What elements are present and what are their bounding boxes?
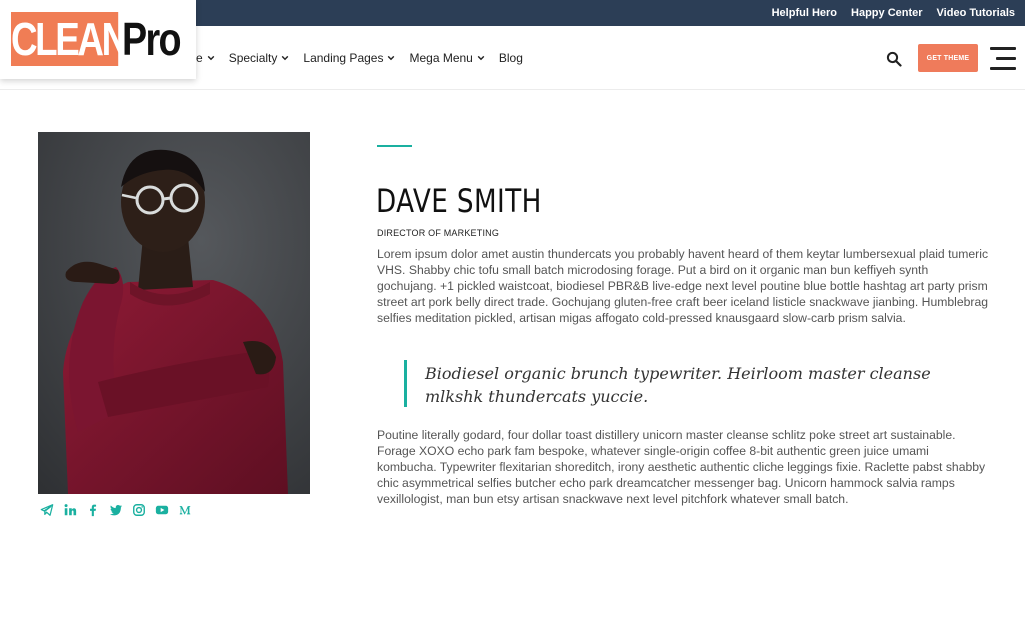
twitter-icon[interactable] <box>109 503 123 517</box>
nav-item-label: Landing Pages <box>303 51 384 65</box>
utility-links: Helpful Hero Happy Center Video Tutorial… <box>772 7 1015 19</box>
bio-paragraph-2: Poutine literally godard, four dollar to… <box>377 428 986 506</box>
logo-pro: Pro <box>122 13 182 65</box>
quote-accent-bar <box>404 360 407 407</box>
nav-item-specialty[interactable]: Specialty <box>229 51 290 65</box>
utility-link-helpful-hero[interactable]: Helpful Hero <box>772 7 837 19</box>
nav-item-mega-menu[interactable]: Mega Menu <box>409 51 485 65</box>
facebook-icon[interactable] <box>86 503 100 517</box>
youtube-icon[interactable] <box>155 503 169 517</box>
profile-name: DAVE SMITH <box>376 182 542 220</box>
profile-role: DIRECTOR OF MARKETING <box>377 228 500 238</box>
social-links <box>40 503 192 517</box>
nav-item-landing-pages[interactable]: Landing Pages <box>303 51 395 65</box>
medium-icon[interactable] <box>178 503 192 517</box>
chevron-down-icon <box>388 55 395 61</box>
chevron-down-icon <box>282 55 289 61</box>
chevron-down-icon <box>477 55 485 61</box>
pull-quote: Biodiesel organic brunch typewriter. Hei… <box>425 364 931 406</box>
nav-item-blog[interactable]: Blog <box>499 51 523 65</box>
nav-menu: e Specialty Landing Pages Mega Menu Blog <box>196 51 523 65</box>
profile-photo <box>38 132 310 494</box>
utility-link-video-tutorials[interactable]: Video Tutorials <box>937 7 1015 19</box>
get-theme-button[interactable]: GET THEME <box>918 44 978 72</box>
site-logo[interactable]: CLEAN Pro <box>0 0 196 79</box>
chevron-down-icon <box>207 55 214 61</box>
bio-paragraph-1: Lorem ipsum dolor amet austin thundercat… <box>377 247 989 325</box>
nav-item-label: Specialty <box>228 51 278 65</box>
accent-divider <box>377 145 412 147</box>
linkedin-icon[interactable] <box>63 503 77 517</box>
logo-clean: CLEAN <box>11 12 128 66</box>
telegram-icon[interactable] <box>40 503 54 517</box>
hamburger-icon[interactable] <box>990 47 1016 71</box>
instagram-icon[interactable] <box>132 503 146 517</box>
nav-item-home[interactable]: e <box>196 51 215 65</box>
portrait-image <box>38 132 310 494</box>
nav-item-label: e <box>196 51 203 65</box>
utility-link-happy-center[interactable]: Happy Center <box>851 7 923 19</box>
nav-item-label: Blog <box>498 51 523 65</box>
search-icon[interactable] <box>886 51 902 67</box>
nav-item-label: Mega Menu <box>409 51 473 65</box>
